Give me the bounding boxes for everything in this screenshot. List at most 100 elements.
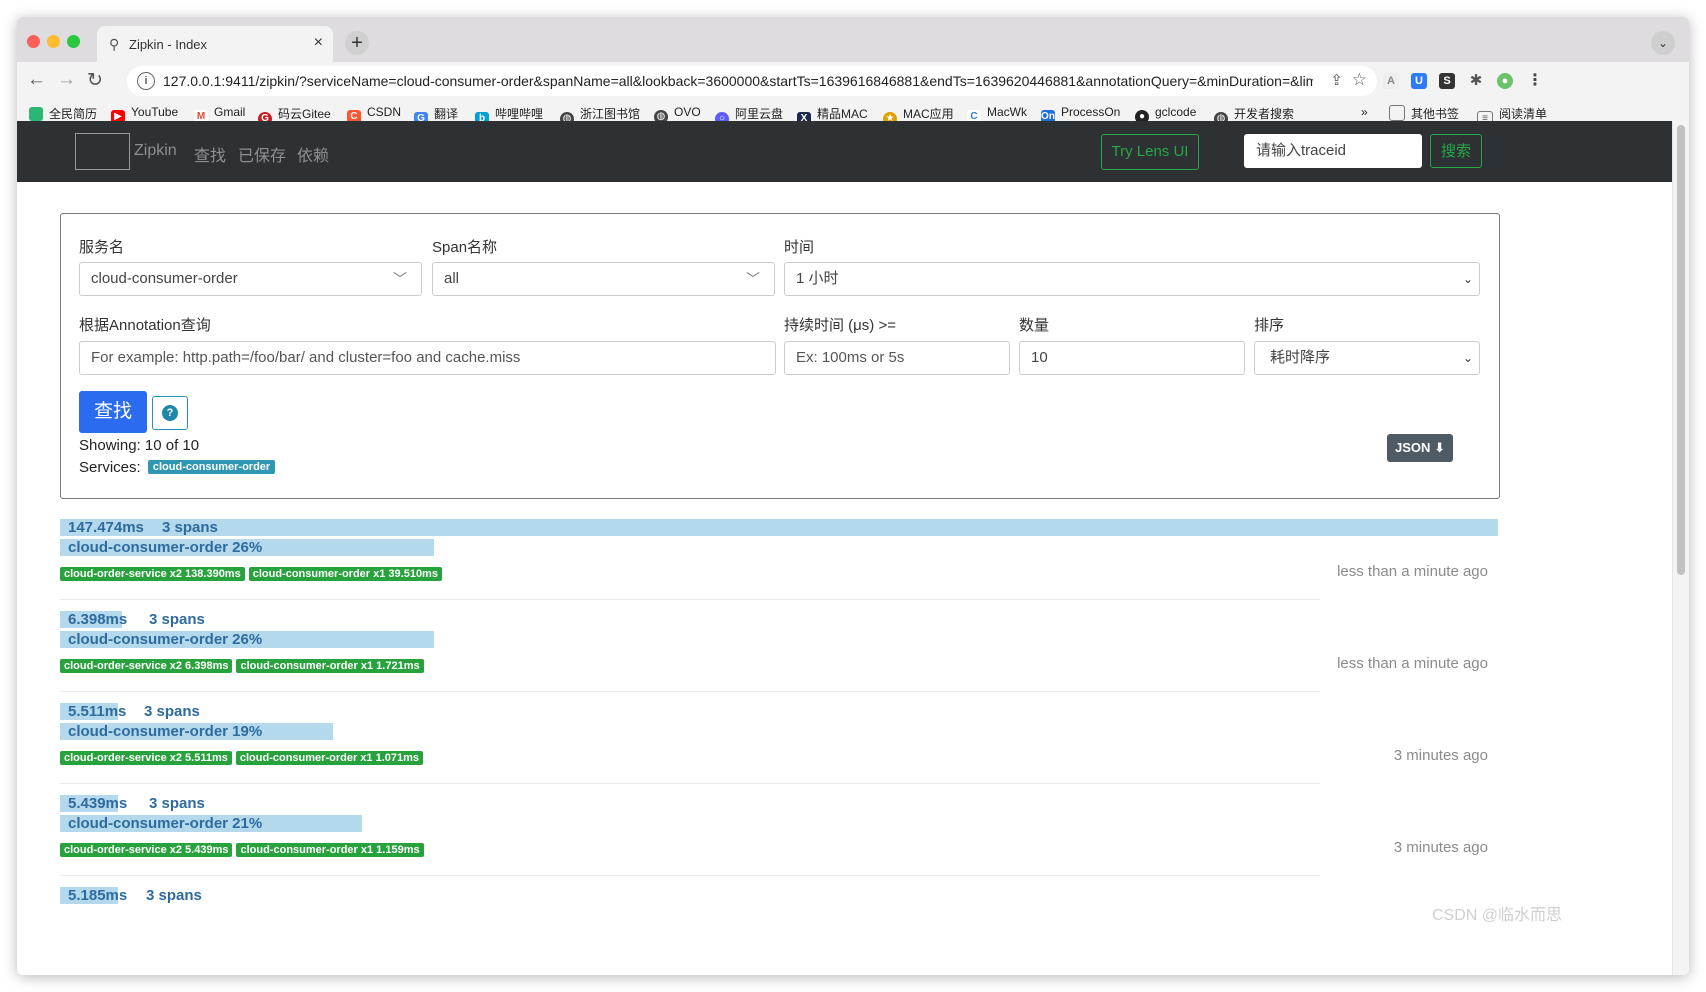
watermark-text: CSDN @临水而思	[1432, 907, 1563, 924]
trace-duration: 5.511ms	[68, 703, 127, 720]
row-divider	[60, 875, 1320, 876]
sort-select[interactable]: 耗时降序 ⌄	[1254, 341, 1480, 375]
trace-badges: cloud-order-service x2 138.390ms cloud-co…	[60, 564, 446, 582]
service-badge[interactable]: cloud-consumer-order	[147, 460, 276, 474]
extension-s-icon[interactable]: S	[1439, 73, 1455, 89]
min-duration-input[interactable]: Ex: 100ms or 5s	[784, 341, 1010, 375]
service-duration-badge: cloud-consumer-order x1 1.159ms	[236, 843, 424, 857]
chevron-down-icon: ﹀	[746, 271, 760, 287]
zipkin-logo-image[interactable]	[75, 133, 130, 170]
service-duration-badge: cloud-order-service x2 6.398ms	[60, 659, 233, 673]
zipkin-favicon-icon: ⚲	[109, 36, 120, 52]
traceid-input[interactable]: 请输入traceid	[1244, 134, 1422, 168]
extension-a-icon[interactable]: A	[1383, 73, 1399, 89]
limit-input[interactable]: 10	[1019, 341, 1245, 375]
zipkin-navbar: Zipkin 查找 已保存 依赖 Try Lens UI 请输入traceid …	[17, 121, 1672, 182]
service-duration-badge: cloud-order-service x2 5.439ms	[60, 843, 233, 857]
trace-badges: cloud-order-service x2 5.439ms cloud-cons…	[60, 840, 428, 858]
question-mark-icon: ?	[162, 405, 178, 421]
tab-close-icon[interactable]: ×	[314, 34, 323, 52]
sort-label: 排序	[1254, 317, 1285, 334]
trace-duration: 6.398ms	[68, 611, 128, 628]
site-info-icon[interactable]: i	[137, 72, 155, 90]
back-arrow-icon[interactable]: ←	[27, 69, 46, 91]
trace-span-count: 3 spans	[149, 795, 205, 812]
tab-zipkin-index[interactable]: ⚲ Zipkin - Index ×	[97, 26, 333, 62]
trace-span-count: 3 spans	[162, 519, 218, 536]
extension-u-icon[interactable]: U	[1411, 73, 1427, 89]
close-window-button[interactable]	[27, 35, 40, 48]
new-tab-button[interactable]: +	[345, 31, 369, 55]
download-icon: ⬇	[1434, 440, 1445, 455]
trace-row[interactable]: 5.439ms 3 spans cloud-consumer-order 21%…	[60, 795, 1498, 887]
annotation-query-label: 根据Annotation查询	[79, 317, 211, 334]
forward-arrow-icon[interactable]: →	[57, 69, 76, 91]
trace-badges: cloud-order-service x2 5.511ms cloud-cons…	[60, 748, 427, 766]
nav-saved[interactable]: 已保存	[238, 142, 286, 166]
trace-time-ago: 3 minutes ago	[1393, 839, 1488, 856]
annotation-query-input[interactable]: For example: http.path=/foo/bar/ and clu…	[79, 341, 776, 375]
help-button[interactable]: ?	[152, 396, 188, 430]
select-arrow-icon: ⌄	[1462, 272, 1473, 286]
span-name-select[interactable]: all ﹀	[432, 262, 775, 296]
service-name-select[interactable]: cloud-consumer-order ﹀	[79, 262, 422, 296]
row-divider	[60, 599, 1320, 600]
nav-dependencies[interactable]: 依赖	[297, 142, 329, 166]
page-scrollbar[interactable]	[1672, 121, 1689, 975]
trace-service-name: cloud-consumer-order 26%	[68, 631, 263, 648]
bookmark-folder-other[interactable]: 其他书签	[1389, 105, 1459, 122]
service-duration-badge: cloud-consumer-order x1 1.071ms	[235, 751, 423, 765]
scrollbar-thumb[interactable]	[1677, 125, 1685, 575]
row-divider	[60, 783, 1320, 784]
span-name-label: Span名称	[432, 239, 498, 256]
service-duration-badge: cloud-consumer-order x1 1.721ms	[236, 659, 424, 673]
trace-service-name: cloud-consumer-order 26%	[68, 539, 263, 556]
trace-span-count: 3 spans	[144, 703, 200, 720]
maximize-window-button[interactable]	[67, 35, 80, 48]
reload-icon[interactable]: ↻	[87, 69, 103, 92]
share-icon[interactable]: ⇪	[1330, 71, 1343, 89]
bookmark-item[interactable]: 全民简历	[29, 105, 97, 122]
zipkin-brand[interactable]: Zipkin	[134, 142, 177, 160]
browser-toolbar: ← → ↻ i 127.0.0.1:9411/zipkin/?serviceNa…	[17, 62, 1689, 99]
bookmarks-more-button[interactable]: »	[1361, 105, 1368, 119]
profile-avatar-icon[interactable]: ●	[1497, 73, 1513, 89]
search-panel: 服务名 cloud-consumer-order ﹀ Span名称 all ﹀ …	[60, 213, 1500, 499]
trace-row[interactable]: 147.474ms 3 spans cloud-consumer-order 2…	[60, 519, 1498, 611]
tab-title: Zipkin - Index	[129, 37, 208, 52]
trace-duration: 147.474ms	[68, 519, 144, 536]
trace-time-ago: less than a minute ago	[1337, 655, 1488, 672]
trace-duration: 5.439ms	[68, 795, 128, 812]
limit-label: 数量	[1019, 317, 1050, 334]
service-duration-badge: cloud-order-service x2 138.390ms	[60, 567, 245, 581]
download-json-button[interactable]: JSON ⬇	[1387, 434, 1453, 462]
traceid-search-button[interactable]: 搜索	[1430, 134, 1482, 168]
try-lens-ui-button[interactable]: Try Lens UI	[1101, 134, 1199, 170]
find-traces-button[interactable]: 查找	[79, 391, 147, 433]
trace-span-count: 3 spans	[146, 887, 202, 904]
tab-strip: ⚲ Zipkin - Index × + ⌄	[17, 17, 1689, 62]
resume-icon	[29, 107, 43, 121]
address-bar[interactable]: i 127.0.0.1:9411/zipkin/?serviceName=clo…	[127, 66, 1377, 96]
showing-count: Showing: 10 of 10	[79, 437, 200, 454]
trace-row[interactable]: 6.398ms 3 spans cloud-consumer-order 26%…	[60, 611, 1498, 703]
service-name-label: 服务名	[79, 239, 125, 256]
trace-row[interactable]: 5.511ms 3 spans cloud-consumer-order 19%…	[60, 703, 1498, 795]
nav-find[interactable]: 查找	[194, 142, 226, 166]
trace-service-name: cloud-consumer-order 19%	[68, 723, 263, 740]
trace-time-ago: 3 minutes ago	[1393, 747, 1488, 764]
trace-row[interactable]: 5.185ms 3 spans	[60, 887, 1498, 907]
time-label: 时间	[784, 239, 815, 256]
browser-menu-icon[interactable]: ⋮	[1527, 73, 1543, 89]
extensions-puzzle-icon[interactable]: ✱	[1468, 73, 1484, 89]
trace-duration: 5.185ms	[68, 887, 128, 904]
service-duration-badge: cloud-consumer-order x1 39.510ms	[248, 567, 442, 581]
address-url[interactable]: 127.0.0.1:9411/zipkin/?serviceName=cloud…	[163, 73, 1313, 89]
trace-duration-bar	[60, 519, 1498, 536]
time-select[interactable]: 1 小时 ⌄	[784, 262, 1480, 296]
tab-search-chevron-icon[interactable]: ⌄	[1651, 31, 1675, 55]
minimize-window-button[interactable]	[47, 35, 60, 48]
bookmark-star-icon[interactable]: ☆	[1352, 70, 1367, 90]
trace-service-name: cloud-consumer-order 21%	[68, 815, 263, 832]
chevron-down-icon: ﹀	[393, 271, 407, 287]
